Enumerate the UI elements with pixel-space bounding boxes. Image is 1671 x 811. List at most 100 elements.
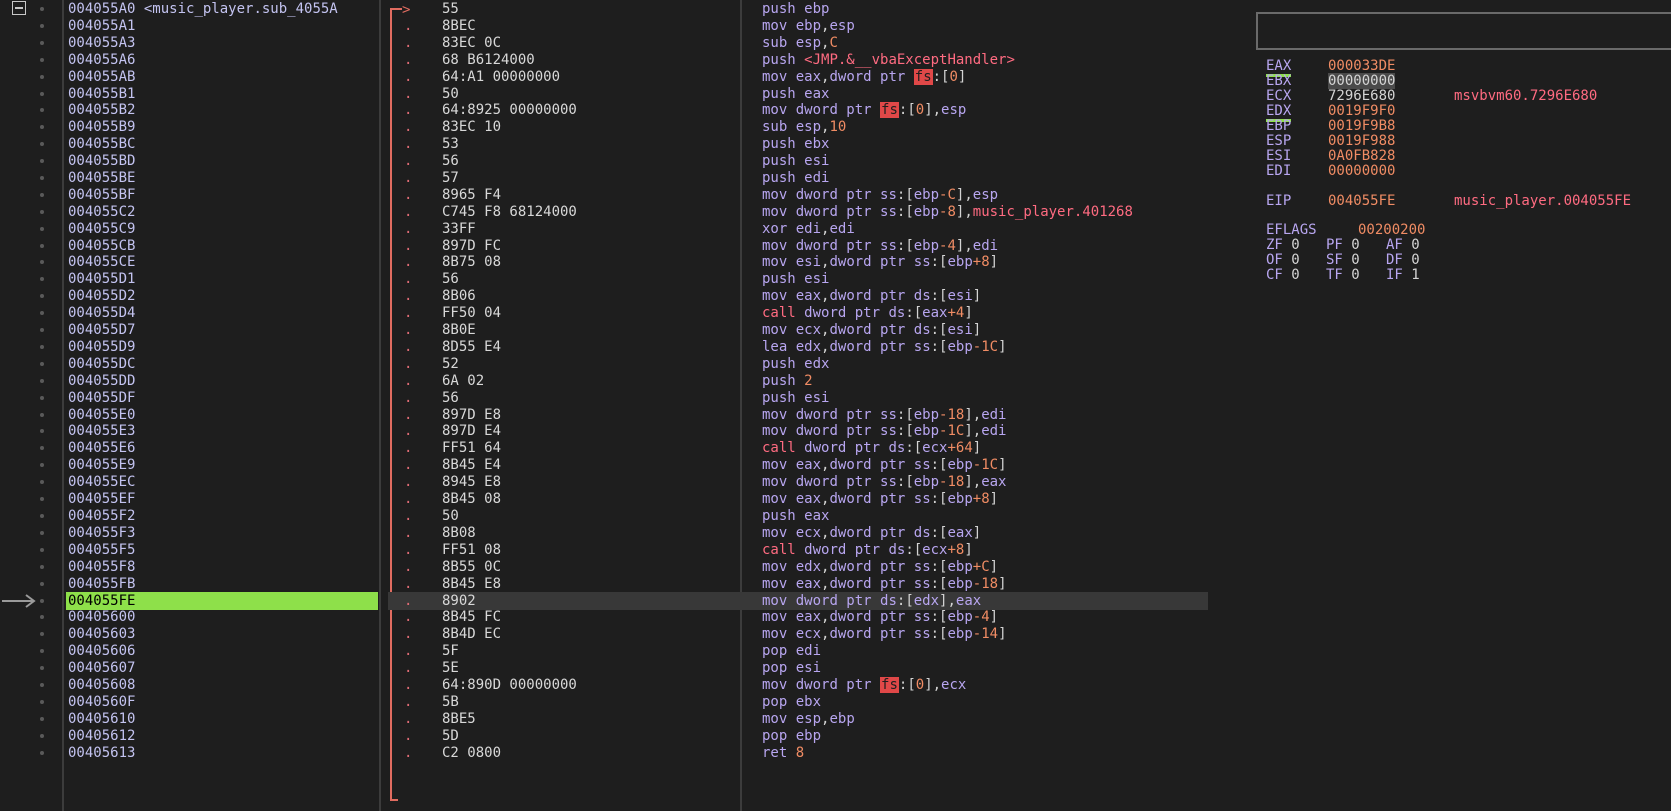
breakpoint-dot-icon[interactable] xyxy=(40,514,44,518)
address-cell[interactable]: 004055F3 xyxy=(66,524,378,542)
breakpoint-dot-icon[interactable] xyxy=(40,311,44,315)
breakpoint-dot-icon[interactable] xyxy=(40,446,44,450)
instruction-row[interactable]: 004055C2. C745 F8 68124000 mov dword ptr s… xyxy=(0,203,1210,221)
breakpoint-dot-icon[interactable] xyxy=(40,193,44,197)
register-value[interactable]: 0A0FB828 xyxy=(1328,148,1395,164)
breakpoint-dot-icon[interactable] xyxy=(40,125,44,129)
instruction-text[interactable]: pop ebp xyxy=(762,727,821,745)
breakpoint-dot-icon[interactable] xyxy=(40,413,44,417)
address-cell[interactable]: 004055D9 xyxy=(66,338,378,356)
address-cell[interactable]: 004055A1 xyxy=(66,17,378,35)
breakpoint-dot-icon[interactable] xyxy=(40,260,44,264)
address-cell[interactable]: 004055BF xyxy=(66,186,378,204)
gutter-cell[interactable] xyxy=(0,642,62,660)
address-cell[interactable]: 004055B9 xyxy=(66,118,378,136)
address-cell[interactable]: 004055BE xyxy=(66,169,378,187)
flag-value[interactable]: 0 xyxy=(1411,252,1419,268)
instruction-row[interactable]: 004055AB. 64:A1 00000000 mov eax,dword ptr… xyxy=(0,68,1210,86)
breakpoint-dot-icon[interactable] xyxy=(40,683,44,687)
instruction-text[interactable]: mov eax,dword ptr ss:[ebp+8] xyxy=(762,490,998,508)
flag-of[interactable]: OF 0 xyxy=(1266,252,1300,268)
register-value[interactable]: 00000000 xyxy=(1328,73,1396,89)
register-ecx[interactable]: ECX 7296E680 msvbvm60.7296E680 xyxy=(1254,88,1671,104)
gutter-cell[interactable] xyxy=(0,608,62,626)
breakpoint-dot-icon[interactable] xyxy=(40,632,44,636)
gutter-cell[interactable] xyxy=(0,507,62,525)
breakpoint-dot-icon[interactable] xyxy=(40,75,44,79)
breakpoint-dot-icon[interactable] xyxy=(40,429,44,433)
instruction-row[interactable]: 00405603. 8B4D EC mov ecx,dword ptr ss:[eb… xyxy=(0,625,1210,643)
flag-df[interactable]: DF 0 xyxy=(1386,252,1420,268)
gutter-cell[interactable] xyxy=(0,625,62,643)
instruction-text[interactable]: push <JMP.&__vbaExceptHandler> xyxy=(762,51,1015,69)
gutter-cell[interactable] xyxy=(0,169,62,187)
flag-pf[interactable]: PF 0 xyxy=(1326,237,1360,253)
instruction-row[interactable]: 00405600. 8B45 FC mov eax,dword ptr ss:[eb… xyxy=(0,608,1210,626)
instruction-text[interactable]: mov eax,dword ptr ss:[ebp-18] xyxy=(762,575,1007,593)
breakpoint-dot-icon[interactable] xyxy=(40,396,44,400)
flag-value[interactable]: 0 xyxy=(1291,252,1299,268)
instruction-row[interactable]: 004055F3. 8B08 mov ecx,dword ptr ds:[eax] xyxy=(0,524,1210,542)
register-edi[interactable]: EDI 00000000 xyxy=(1254,163,1671,179)
breakpoint-dot-icon[interactable] xyxy=(40,751,44,755)
instruction-text[interactable]: push ebp xyxy=(762,0,829,18)
instruction-text[interactable]: mov esi,dword ptr ss:[ebp+8] xyxy=(762,253,998,271)
address-cell[interactable]: 004055F2 xyxy=(66,507,378,525)
instruction-text[interactable]: mov eax,dword ptr ds:[esi] xyxy=(762,287,981,305)
breakpoint-dot-icon[interactable] xyxy=(40,41,44,45)
register-ebx[interactable]: EBX 00000000 xyxy=(1254,73,1671,89)
instruction-text[interactable]: mov eax,dword ptr fs:[0] xyxy=(762,68,966,86)
breakpoint-dot-icon[interactable] xyxy=(40,615,44,619)
flag-cf[interactable]: CF 0 xyxy=(1266,267,1300,283)
breakpoint-dot-icon[interactable] xyxy=(40,717,44,721)
breakpoint-dot-icon[interactable] xyxy=(40,176,44,180)
instruction-row[interactable]: 00405606. 5F pop edi xyxy=(0,642,1210,660)
breakpoint-dot-icon[interactable] xyxy=(40,92,44,96)
instruction-text[interactable]: mov dword ptr ss:[ebp-1C],edi xyxy=(762,422,1007,440)
address-cell[interactable]: 00405612 xyxy=(66,727,378,745)
collapse-icon[interactable] xyxy=(12,1,26,15)
flag-value[interactable]: 0 xyxy=(1411,237,1419,253)
instruction-text[interactable]: push esi xyxy=(762,270,829,288)
flag-value[interactable]: 0 xyxy=(1291,267,1299,283)
gutter-cell[interactable] xyxy=(0,456,62,474)
gutter-cell[interactable] xyxy=(0,710,62,728)
gutter-cell[interactable] xyxy=(0,659,62,677)
instruction-text[interactable]: push 2 xyxy=(762,372,813,390)
gutter-cell[interactable] xyxy=(0,135,62,153)
instruction-text[interactable]: mov dword ptr ss:[ebp-18],eax xyxy=(762,473,1007,491)
breakpoint-dot-icon[interactable] xyxy=(40,734,44,738)
flag-af[interactable]: AF 0 xyxy=(1386,237,1420,253)
gutter-cell[interactable] xyxy=(0,744,62,762)
instruction-row[interactable]: 00405610. 8BE5 mov esp,ebp xyxy=(0,710,1210,728)
instruction-row[interactable]: 004055E6. FF51 64 call dword ptr ds:[ecx+6… xyxy=(0,439,1210,457)
address-cell[interactable]: 004055DC xyxy=(66,355,378,373)
address-cell[interactable]: 0040560F xyxy=(66,693,378,711)
instruction-row[interactable]: 0040560F. 5B pop ebx xyxy=(0,693,1210,711)
gutter-cell[interactable] xyxy=(0,51,62,69)
breakpoint-dot-icon[interactable] xyxy=(40,582,44,586)
instruction-row[interactable]: 004055DD. 6A 02 push 2 xyxy=(0,372,1210,390)
gutter-cell[interactable] xyxy=(0,338,62,356)
address-cell[interactable]: 004055A6 xyxy=(66,51,378,69)
flag-if[interactable]: IF 1 xyxy=(1386,267,1420,283)
breakpoint-dot-icon[interactable] xyxy=(40,379,44,383)
address-cell[interactable]: 004055E6 xyxy=(66,439,378,457)
instruction-row[interactable]: 00405608. 64:890D 00000000 mov dword ptr f… xyxy=(0,676,1210,694)
instruction-text[interactable]: mov dword ptr ss:[ebp-8],music_player.40… xyxy=(762,203,1133,221)
instruction-text[interactable]: lea edx,dword ptr ss:[ebp-1C] xyxy=(762,338,1007,356)
address-cell[interactable]: 004055BD xyxy=(66,152,378,170)
address-cell[interactable]: 004055EF xyxy=(66,490,378,508)
instruction-row[interactable]: 004055D1. 56 push esi xyxy=(0,270,1210,288)
gutter-cell[interactable] xyxy=(0,186,62,204)
instruction-row[interactable]: 004055A0 <music_player.sub_4055A 55 push e… xyxy=(0,0,1210,18)
instruction-text[interactable]: mov dword ptr ss:[ebp-C],esp xyxy=(762,186,998,204)
breakpoint-dot-icon[interactable] xyxy=(40,210,44,214)
register-value[interactable]: 0019F988 xyxy=(1328,133,1395,149)
gutter-cell[interactable] xyxy=(0,693,62,711)
instruction-row[interactable]: 004055D7. 8B0E mov ecx,dword ptr ds:[esi] xyxy=(0,321,1210,339)
gutter-cell[interactable] xyxy=(0,253,62,271)
instruction-text[interactable]: push eax xyxy=(762,507,829,525)
breakpoint-dot-icon[interactable] xyxy=(40,345,44,349)
breakpoint-dot-icon[interactable] xyxy=(40,666,44,670)
